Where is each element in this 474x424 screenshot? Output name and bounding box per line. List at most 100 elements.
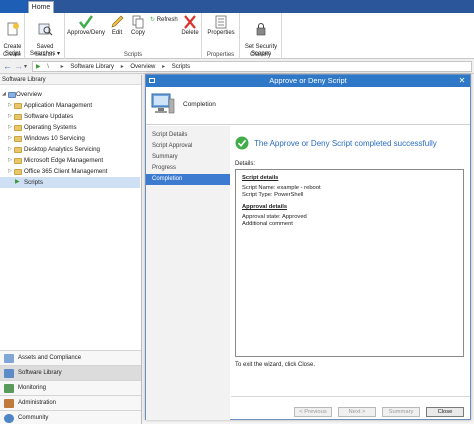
play-icon: ▶ [15,179,20,185]
breadcrumb-separator-icon: ▸ [120,64,124,70]
navigation-tree: ◢ Overview ▷ Application Management ▷ So… [0,89,140,188]
group-label-create: Create [2,52,21,58]
tab-home[interactable]: Home [28,1,54,13]
wizard-footer: < Previous Next > Summary Close [231,396,470,420]
tree-item-label: Operating Systems [24,124,77,131]
folder-icon [14,103,22,109]
workspace-label: Monitoring [18,385,47,391]
copy-button[interactable]: Copy [128,15,148,37]
folder-icon [14,136,22,142]
breadcrumb-scripts[interactable]: Scripts [172,64,190,70]
wizard-header: Completion [146,87,470,125]
copy-label: Copy [130,30,145,36]
tab-file[interactable] [0,0,27,13]
collapse-arrow-icon[interactable]: ▷ [8,155,12,166]
tree-item-scripts[interactable]: ▶ Scripts [0,177,140,188]
wizard-step-summary: Summary [152,154,178,160]
tree-item-microsoft-edge-management[interactable]: ▷ Microsoft Edge Management [0,155,140,166]
group-label-search: Search [34,52,54,58]
collapse-arrow-icon[interactable]: ▷ [8,144,12,155]
ribbon-group-classify: Set Security Scopes Classify [240,13,282,59]
ribbon-tabstrip: Home [0,0,474,13]
summary-button[interactable]: Summary [382,407,420,417]
collapse-arrow-icon[interactable]: ▷ [8,166,12,177]
tree-item-desktop-analytics-servicing[interactable]: ▷ Desktop Analytics Servicing [0,144,140,155]
pencil-icon [111,15,124,28]
tree-item-label: Application Management [24,102,93,109]
workspace-label: Community [18,415,49,421]
collapse-arrow-icon[interactable]: ▷ [8,122,12,133]
workspace-software-library[interactable]: Software Library [0,365,141,380]
edit-button[interactable]: Edit [108,15,126,37]
tree-item-label: Windows 10 Servicing [24,135,85,142]
approval-details-heading: Approval details [242,204,288,210]
monitoring-icon [4,384,14,393]
tree-item-operating-systems[interactable]: ▷ Operating Systems [0,122,140,133]
workspace-switcher: Assets and Compliance Software Library M… [0,350,141,424]
close-icon[interactable]: ✕ [456,75,468,87]
approval-state: Approval state: Approved [242,214,307,220]
workspace-assets-and-compliance[interactable]: Assets and Compliance [0,350,141,365]
workspace-administration[interactable]: Administration [0,395,141,410]
success-check-icon [235,136,249,150]
tree-item-label: Office 365 Client Management [24,168,108,175]
ribbon: Create Script Create Saved Searches ▾ Se… [0,13,474,59]
history-dropdown-icon[interactable]: ▾ [24,63,27,70]
checkmark-icon [79,15,94,29]
script-type: Script Type: PowerShell [242,192,304,198]
refresh-label: Refresh [156,17,178,23]
details-box[interactable]: Script details Script Name: example - re… [235,169,464,357]
breadcrumb-overview[interactable]: Overview [130,64,155,70]
folder-icon [14,158,22,164]
tree-item-software-updates[interactable]: ▷ Software Updates [0,111,140,122]
expand-arrow-icon[interactable]: ◢ [2,89,6,100]
delete-label: Delete [181,30,199,36]
tree-item-overview[interactable]: ◢ Overview [0,89,140,100]
previous-button[interactable]: < Previous [294,407,332,417]
script-name: Script Name: example - reboot [242,185,321,191]
ribbon-group-properties: Properties Properties [202,13,240,59]
breadcrumb-separator-icon: ▸ [60,64,64,70]
breadcrumb[interactable]: ▶ \ ▸ Software Library ▸ Overview ▸ Scri… [32,61,472,72]
collapse-arrow-icon[interactable]: ▷ [8,133,12,144]
back-arrow-icon[interactable]: ← [3,61,12,71]
address-bar: ← → ▾ ▶ \ ▸ Software Library ▸ Overview … [0,60,474,74]
folder-icon [14,169,22,175]
approve-deny-button[interactable]: Approve/Deny [66,15,106,37]
wizard-content: The Approve or Deny Script completed suc… [231,126,470,396]
approve-deny-label: Approve/Deny [66,30,106,36]
wizard-steps: Script Details Script Approval Summary P… [146,126,230,420]
script-details-heading: Script details [242,175,279,181]
create-script-icon [7,22,19,36]
close-button[interactable]: Close [426,407,464,417]
workspace-label: Assets and Compliance [18,355,82,361]
forward-arrow-icon[interactable]: → [14,61,23,71]
additional-comment: Additional comment [242,221,293,227]
breadcrumb-separator-icon: ▸ [162,64,166,70]
workspace-label: Administration [18,400,57,406]
ribbon-group-search: Saved Searches ▾ Search [25,13,65,59]
approve-deny-wizard-dialog: Approve or Deny Script ✕ Completion Scri… [145,74,471,420]
delete-button[interactable]: Delete [179,15,201,37]
next-button[interactable]: Next > [338,407,376,417]
tree-item-office-365-client-management[interactable]: ▷ Office 365 Client Management [0,166,140,177]
ribbon-group-scripts: Approve/Deny Edit Copy ↻ Refresh Delete … [65,13,202,59]
collapse-arrow-icon[interactable]: ▷ [8,100,12,111]
wizard-step-progress: Progress [152,165,177,171]
breadcrumb-root[interactable]: \ [47,64,49,70]
tree-item-application-management[interactable]: ▷ Application Management [0,100,140,111]
folder-icon [14,147,22,153]
properties-icon [215,15,227,29]
refresh-button[interactable]: ↻ Refresh [150,16,178,23]
dialog-title-bar[interactable]: Approve or Deny Script ✕ [146,75,470,87]
workspace-community[interactable]: Community [0,410,141,424]
breadcrumb-software-library[interactable]: Software Library [70,64,114,70]
workspace-monitoring[interactable]: Monitoring [0,380,141,395]
delete-x-icon [184,15,196,29]
success-message: The Approve or Deny Script completed suc… [254,139,437,148]
properties-button[interactable]: Properties [205,15,237,37]
tree-item-label: Software Updates [24,113,74,120]
collapse-arrow-icon[interactable]: ▷ [8,111,12,122]
tree-item-windows-10-servicing[interactable]: ▷ Windows 10 Servicing [0,133,140,144]
navigation-pane: Software Library ◢ Overview ▷ Applicatio… [0,75,142,424]
